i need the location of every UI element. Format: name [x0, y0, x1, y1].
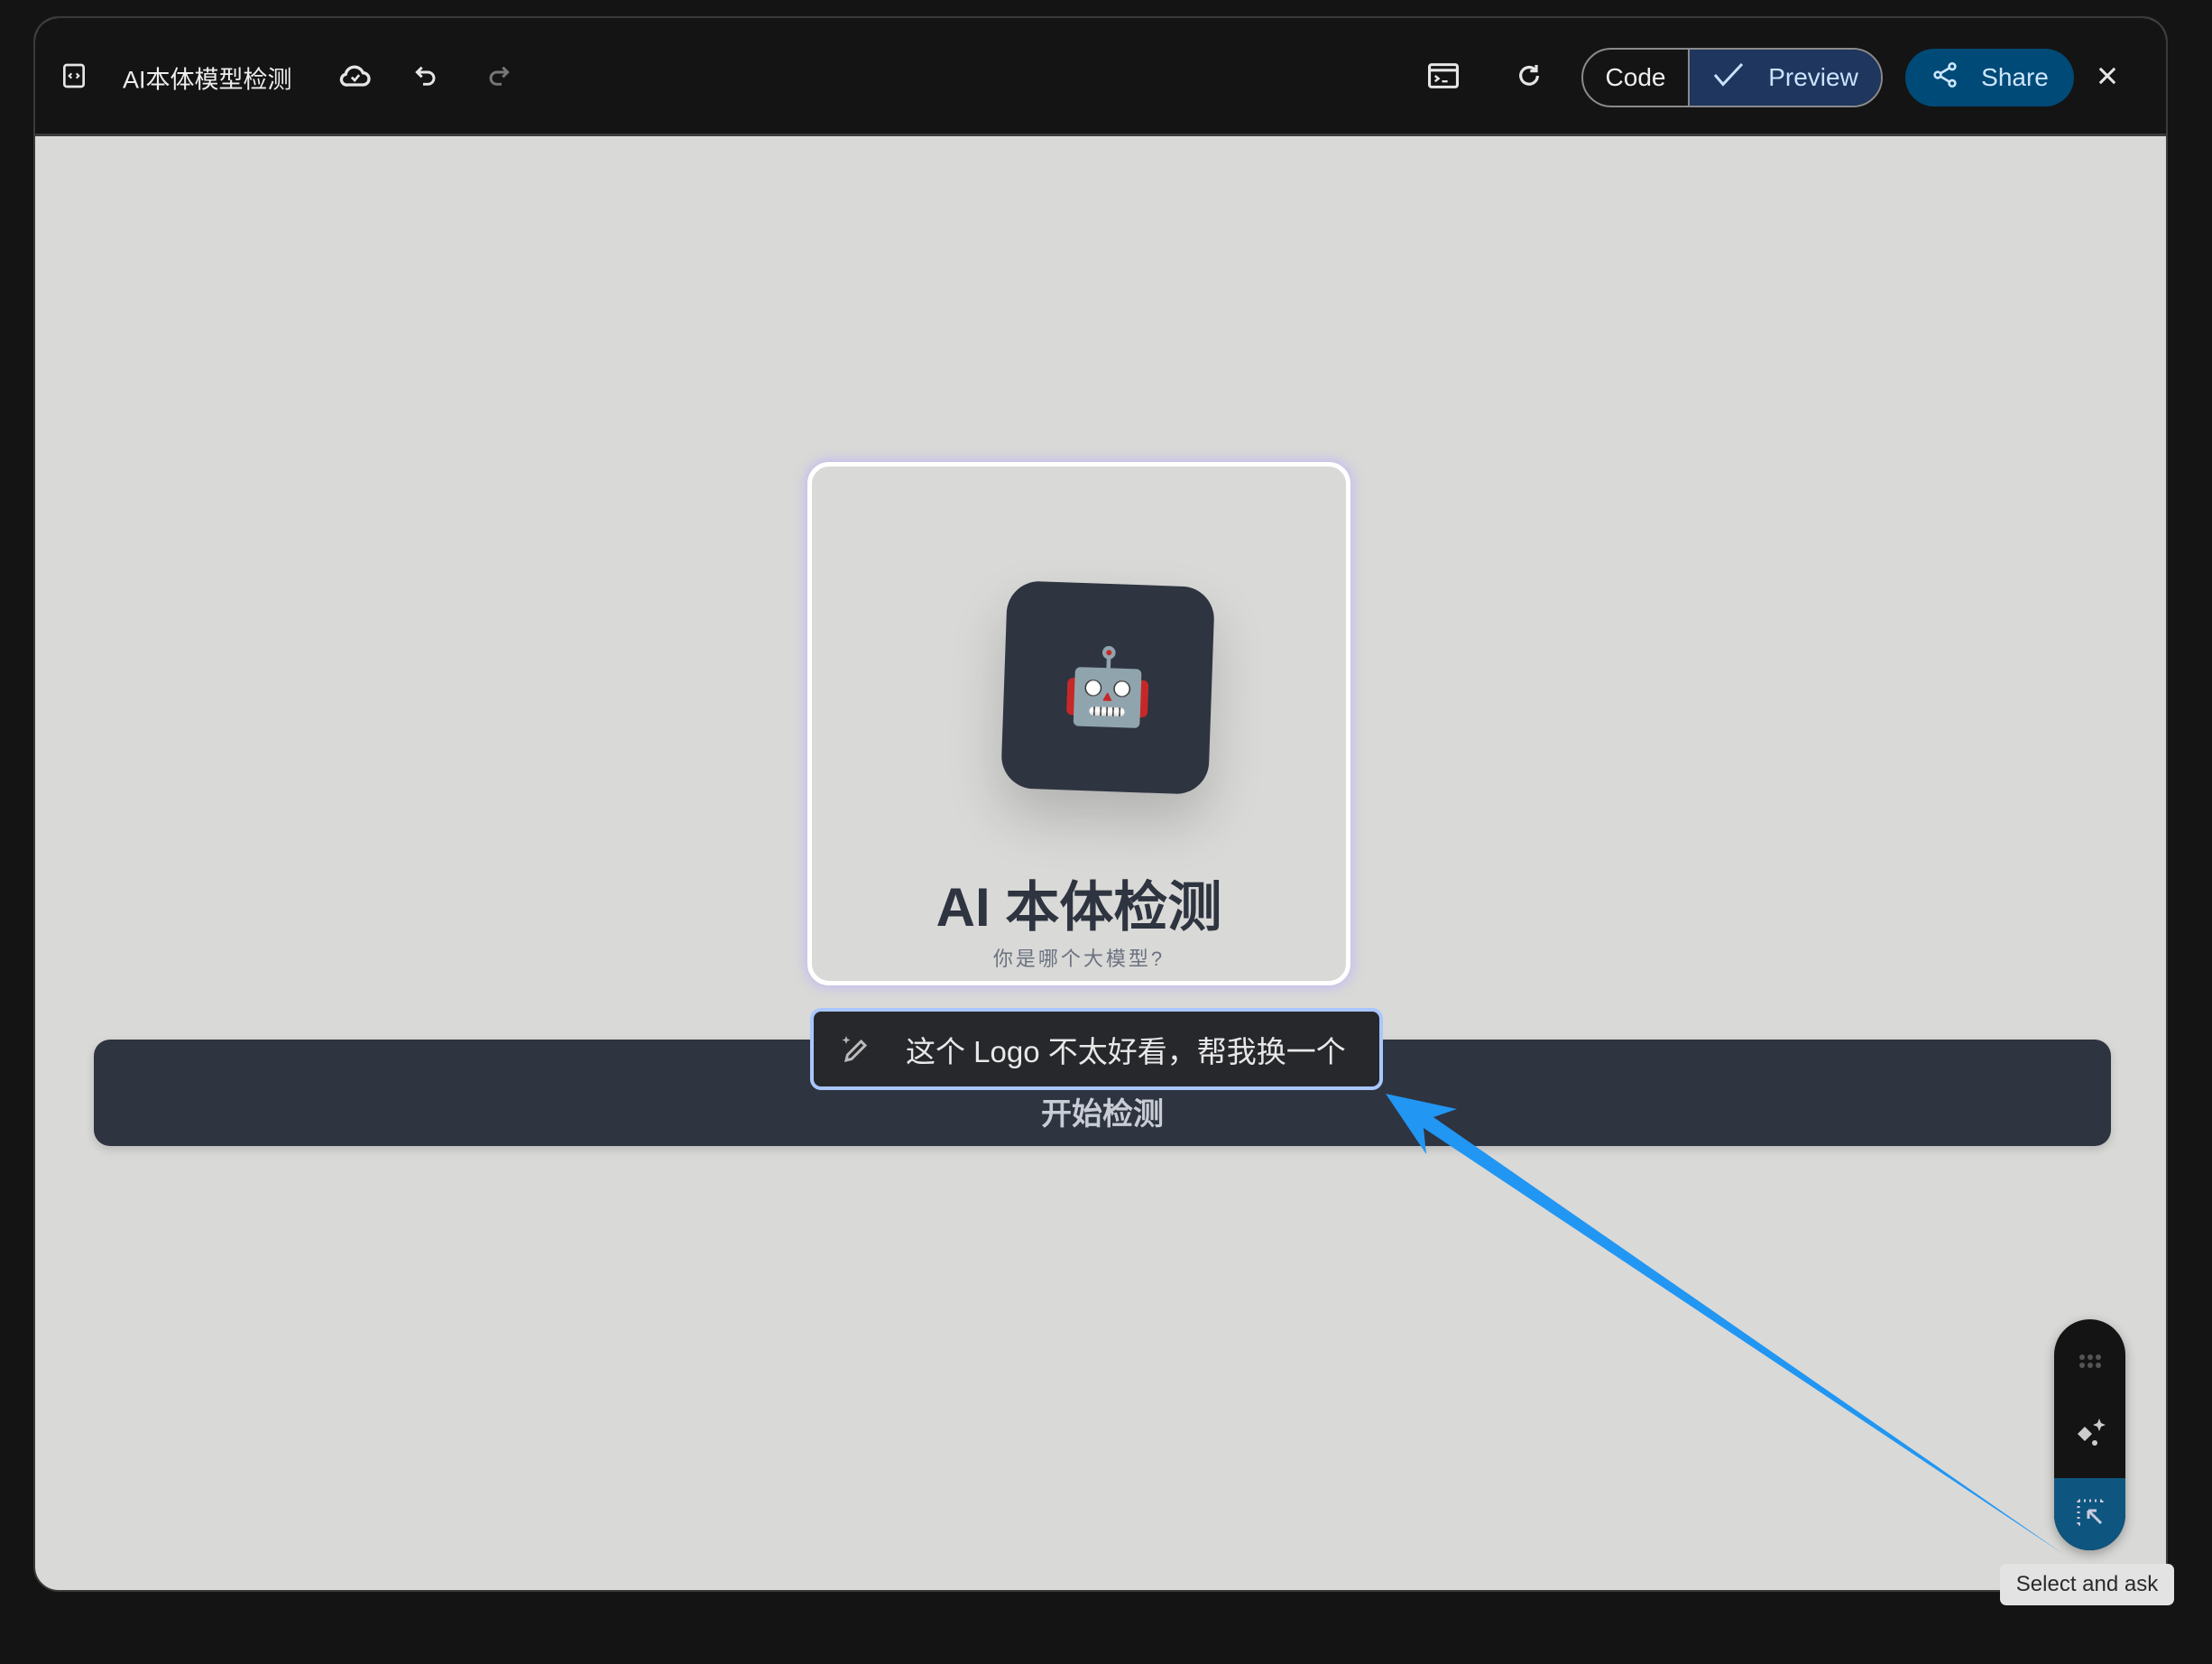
annotation-arrow-shape [1386, 1094, 2063, 1554]
annotation-arrow [1386, 1094, 2063, 1554]
select-and-ask-tooltip: Select and ask [2000, 1564, 2174, 1605]
